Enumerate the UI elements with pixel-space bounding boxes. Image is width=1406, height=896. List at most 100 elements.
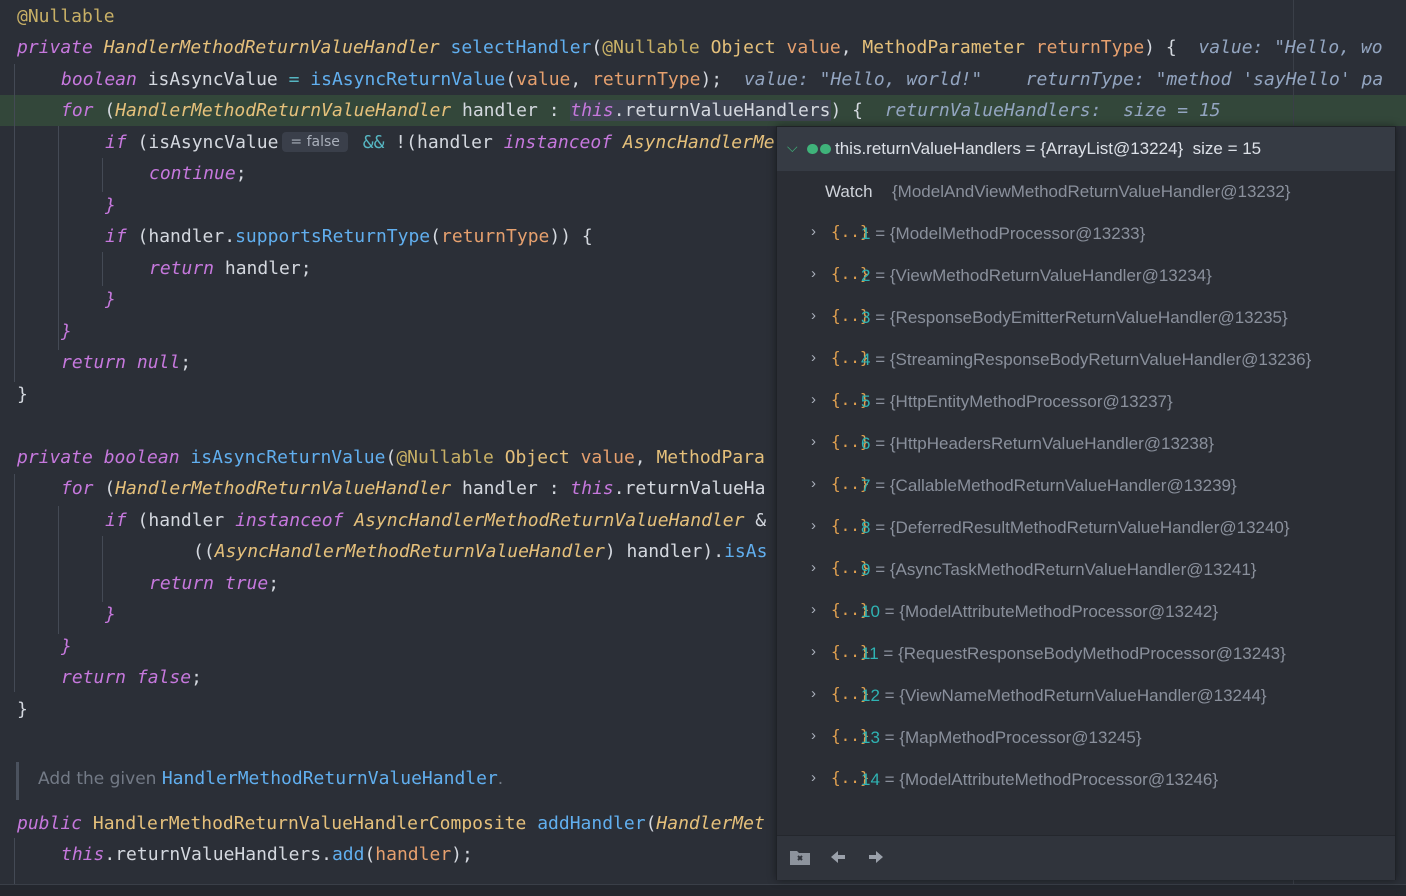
array-item-text: 6 = {HttpHeadersReturnValueHandler@13238… [861,434,1214,454]
code-line: return null; [61,347,191,379]
equals-sign: = [875,518,886,537]
array-item-row[interactable]: › {..} 9 = {AsyncTaskMethodReturnValueHand… [777,549,1395,591]
literal: null [136,352,181,373]
indent-guide [14,838,15,884]
punct: ) { [1144,37,1177,58]
punct: ) { [830,100,864,121]
punct: ; [268,573,280,594]
punct: ( [137,510,149,531]
array-item-row[interactable]: › {..} 8 = {DeferredResultMethodReturnValu… [777,507,1395,549]
brace: } [105,289,116,310]
equals-sign: = [875,350,886,369]
chevron-right-icon[interactable]: › [811,727,816,744]
array-item-row[interactable]: › {..} 5 = {HttpEntityMethodProcessor@1323… [777,381,1395,423]
popup-footer [777,835,1395,880]
punct: , [634,447,646,468]
debug-value-hint: returnValueHandlers: size = 15 [884,100,1221,121]
punct: ); [451,844,473,865]
array-item-value: {ModelMethodProcessor@13233} [889,224,1146,243]
punct: ( [645,813,657,834]
code-line: private boolean isAsyncReturnValue(@Null… [17,442,765,474]
method-call: isAsyncReturnValue [310,69,506,90]
code-line: continue; [149,158,247,190]
array-item-text: 4 = {StreamingResponseBodyReturnValueHan… [861,350,1311,370]
type-name: HandlerMethodReturnValueHandler [115,478,452,499]
variable: handler [462,100,538,121]
watch-value: {ModelAndViewMethodReturnValueHandler@13… [892,182,1291,201]
array-item-row[interactable]: › {..} 11 = {RequestResponseBodyMethodProc… [777,633,1395,675]
forward-arrow-icon[interactable] [867,848,885,871]
array-item-row[interactable]: › {..} 3 = {ResponseBodyEmitterReturnValue… [777,297,1395,339]
debug-value-popup[interactable]: ⌵ this.returnValueHandlers = {ArrayList@… [776,126,1396,880]
doc-text: . [497,769,504,789]
array-item-value: {CallableMethodReturnValueHandler@13239} [889,476,1237,495]
back-arrow-icon[interactable] [829,848,847,871]
array-item-row[interactable]: › {..} 12 = {ViewNameMethodReturnValueHand… [777,675,1395,717]
array-item-row[interactable]: › {..} 6 = {HttpHeadersReturnValueHandler@… [777,423,1395,465]
array-item-row[interactable]: › {..} 2 = {ViewMethodReturnValueHandler@1… [777,255,1395,297]
array-item-index: 4 [861,350,871,369]
equals-sign: = [875,476,886,495]
array-item-row[interactable]: › {..} 4 = {StreamingResponseBodyReturnVal… [777,339,1395,381]
indent-guide [58,126,59,350]
chevron-right-icon[interactable]: › [811,223,816,240]
method-name: selectHandler [450,37,592,58]
code-line-current: for (HandlerMethodReturnValueHandler han… [61,95,1221,127]
method-name: isAsyncReturnValue [190,447,386,468]
popup-header[interactable]: ⌵ this.returnValueHandlers = {ArrayList@… [777,127,1395,171]
chevron-right-icon[interactable]: › [811,517,816,534]
watch-label[interactable]: Watch [825,182,873,202]
equals-sign: = [884,770,895,789]
doc-link[interactable]: HandlerMethodReturnValueHandler [162,768,498,789]
keyword: for [61,478,94,499]
punct: !( [395,132,417,153]
popup-header-text: this.returnValueHandlers = {ArrayList@13… [835,139,1262,158]
array-item-row[interactable]: › {..} 13 = {MapMethodProcessor@13245} [777,717,1395,759]
chevron-right-icon[interactable]: › [811,685,816,702]
array-item-text: 13 = {MapMethodProcessor@13245} [861,728,1142,748]
code-line: private HandlerMethodReturnValueHandler … [17,32,1383,64]
chevron-right-icon[interactable]: › [811,559,816,576]
type-name: AsyncHandlerMethodReturnValueHandler [354,510,745,531]
array-item-index: 14 [861,770,880,789]
punct: : [548,478,560,499]
array-item-index: 6 [861,434,871,453]
array-item-index: 7 [861,476,871,495]
code-line: return true; [149,568,279,600]
chevron-right-icon[interactable]: › [811,391,816,408]
array-item-text: 8 = {DeferredResultMethodReturnValueHand… [861,518,1290,538]
variable: isAsyncValue [148,132,279,153]
array-item-index: 8 [861,518,871,537]
array-item-row[interactable]: › {..} 14 = {ModelAttributeMethodProcessor… [777,759,1395,801]
array-item-row[interactable]: › {..} 7 = {CallableMethodReturnValueHandl… [777,465,1395,507]
chevron-down-icon[interactable]: ⌵ [787,139,798,156]
code-line: } [61,631,72,663]
variable: handler [148,510,225,531]
array-item-row[interactable]: › {..} 10 = {ModelAttributeMethodProcessor… [777,591,1395,633]
punct: , [570,69,582,90]
chevron-right-icon[interactable]: › [811,475,816,492]
chevron-right-icon[interactable]: › [811,601,816,618]
chevron-right-icon[interactable]: › [811,433,816,450]
keyword: return [149,573,215,594]
keyword: return [61,667,127,688]
array-item-row[interactable]: › {..} 1 = {ModelMethodProcessor@13233} [777,213,1395,255]
param: value [516,69,571,90]
keyword: private [17,37,93,58]
equals-sign: = [884,602,895,621]
watch-folder-icon[interactable] [789,848,811,871]
keyword: public [17,813,83,834]
watch-row[interactable]: Watch {ModelAndViewMethodReturnValueHand… [777,171,1395,213]
method-name: addHandler [537,813,646,834]
annotation: @Nullable [396,447,494,468]
equals-sign: = [884,686,895,705]
chevron-right-icon[interactable]: › [811,265,816,282]
chevron-right-icon[interactable]: › [811,349,816,366]
chevron-right-icon[interactable]: › [811,643,816,660]
array-item-index: 9 [861,560,871,579]
array-item-index: 12 [861,686,880,705]
chevron-right-icon[interactable]: › [811,769,816,786]
chevron-right-icon[interactable]: › [811,307,816,324]
doc-comment: Add the given HandlerMethodReturnValueHa… [38,768,503,789]
code-line: if (handler.supportsReturnType(returnTyp… [105,221,593,253]
